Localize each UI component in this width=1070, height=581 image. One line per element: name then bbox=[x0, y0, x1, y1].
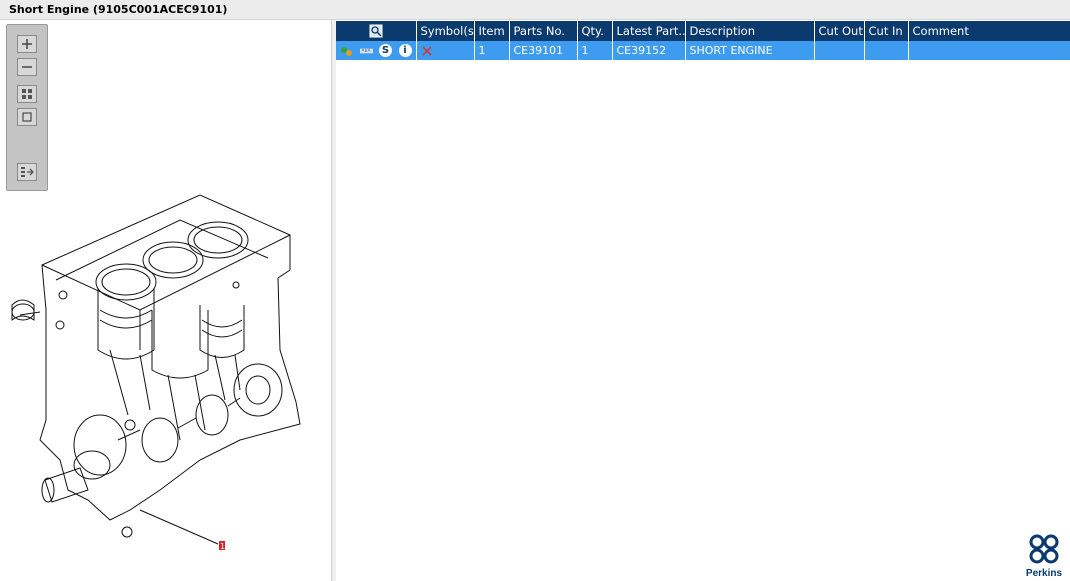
fit-page-button[interactable] bbox=[17, 108, 37, 126]
perkins-logo-icon bbox=[1029, 534, 1059, 564]
page-title: Short Engine (9105C001ACEC9101) bbox=[9, 3, 228, 16]
column-header-comment[interactable]: Comment bbox=[908, 21, 1070, 41]
supersession-icon[interactable]: S bbox=[379, 44, 392, 58]
table-header-row: Symbol(s) Item Parts No. Qty. Latest Par… bbox=[336, 21, 1070, 41]
engine-drawing[interactable]: 1 bbox=[0, 170, 332, 550]
row-symbol-cell bbox=[416, 41, 475, 60]
add-to-basket-icon[interactable] bbox=[340, 45, 353, 57]
column-header-latest-part[interactable]: Latest Part... bbox=[612, 21, 686, 41]
drawing-pane[interactable]: 1 bbox=[0, 20, 332, 581]
column-header-item[interactable]: Item bbox=[474, 21, 510, 41]
column-header-qty[interactable]: Qty. bbox=[577, 21, 613, 41]
column-header-parts-no[interactable]: Parts No. bbox=[509, 21, 578, 41]
column-header-description[interactable]: Description bbox=[685, 21, 815, 41]
info-icon[interactable]: i bbox=[398, 44, 412, 58]
zoom-out-icon bbox=[22, 66, 32, 68]
zoom-in-icon bbox=[22, 39, 32, 49]
fit-all-button[interactable] bbox=[17, 85, 37, 103]
column-header-cut-in[interactable]: Cut In bbox=[864, 21, 909, 41]
row-tools-cell: S i bbox=[336, 41, 417, 60]
fit-all-icon bbox=[22, 89, 32, 99]
window-titlebar: Short Engine (9105C001ACEC9101) bbox=[0, 0, 1070, 20]
row-part-no-cell[interactable]: CE39101 bbox=[509, 41, 578, 60]
superseded-x-icon bbox=[421, 46, 432, 56]
row-latest-part-cell[interactable]: CE39152 bbox=[612, 41, 686, 60]
row-description-cell: SHORT ENGINE bbox=[685, 41, 815, 60]
row-cut-out-cell bbox=[814, 41, 865, 60]
ruler-icon[interactable] bbox=[359, 46, 373, 56]
callout-label: 1 bbox=[220, 542, 225, 550]
fit-page-icon bbox=[22, 112, 32, 122]
search-icon[interactable] bbox=[369, 24, 383, 38]
parts-list-pane: Symbol(s) Item Parts No. Qty. Latest Par… bbox=[336, 20, 1070, 581]
zoom-out-button[interactable] bbox=[17, 58, 37, 76]
view-toolbar bbox=[6, 24, 48, 191]
row-cut-in-cell bbox=[864, 41, 909, 60]
column-header-tools[interactable] bbox=[336, 21, 417, 41]
table-row[interactable]: S i 1 CE39101 1 CE39152 SHORT ENGINE bbox=[336, 41, 1070, 60]
row-comment-cell bbox=[908, 41, 1070, 60]
parts-table: Symbol(s) Item Parts No. Qty. Latest Par… bbox=[336, 21, 1070, 60]
column-header-symbols[interactable]: Symbol(s) bbox=[416, 21, 475, 41]
row-qty-cell: 1 bbox=[577, 41, 613, 60]
zoom-in-button[interactable] bbox=[17, 35, 37, 53]
brand-logo: Perkins bbox=[1022, 533, 1066, 579]
row-item-cell: 1 bbox=[474, 41, 510, 60]
column-header-cut-out[interactable]: Cut Out bbox=[814, 21, 865, 41]
logo-text: Perkins bbox=[1025, 568, 1063, 579]
